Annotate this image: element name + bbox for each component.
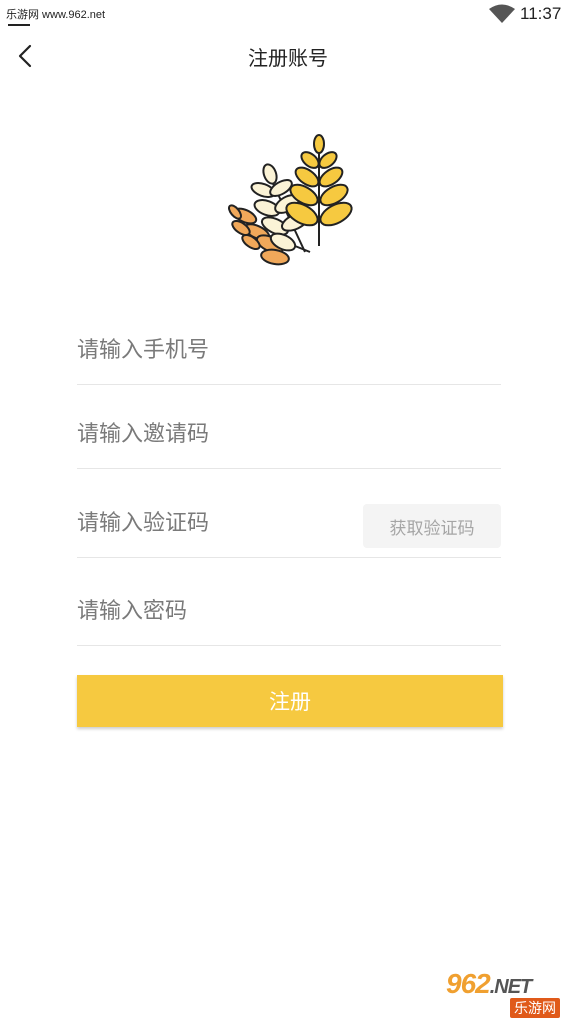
status-source-text: 乐游网 www.962.net	[6, 9, 106, 21]
register-button[interactable]: 注册	[77, 675, 503, 727]
invite-code-field	[77, 398, 501, 469]
wifi-icon	[489, 4, 515, 23]
status-divider	[8, 24, 30, 26]
page-title: 注册账号	[248, 46, 328, 70]
watermark-number: 962	[446, 968, 491, 999]
verification-code-field: 获取验证码	[77, 487, 501, 558]
watermark: 962.NET 乐游网	[438, 968, 570, 1018]
phone-input[interactable]	[77, 328, 501, 372]
watermark-logo: 962.NET	[446, 968, 533, 1000]
watermark-site-name: 乐游网	[510, 998, 560, 1018]
password-input[interactable]	[77, 589, 501, 633]
header: 注册账号	[0, 30, 576, 82]
watermark-suffix: .NET	[489, 976, 533, 998]
status-bar: 乐游网 www.962.net 11:37	[0, 0, 576, 30]
invite-code-input[interactable]	[77, 412, 501, 456]
get-code-button[interactable]: 获取验证码	[363, 504, 501, 548]
status-time: 11:37	[520, 4, 562, 23]
phone-field	[77, 314, 501, 385]
password-field	[77, 575, 501, 646]
verification-code-input[interactable]	[77, 501, 347, 545]
wheat-icon	[228, 134, 353, 266]
